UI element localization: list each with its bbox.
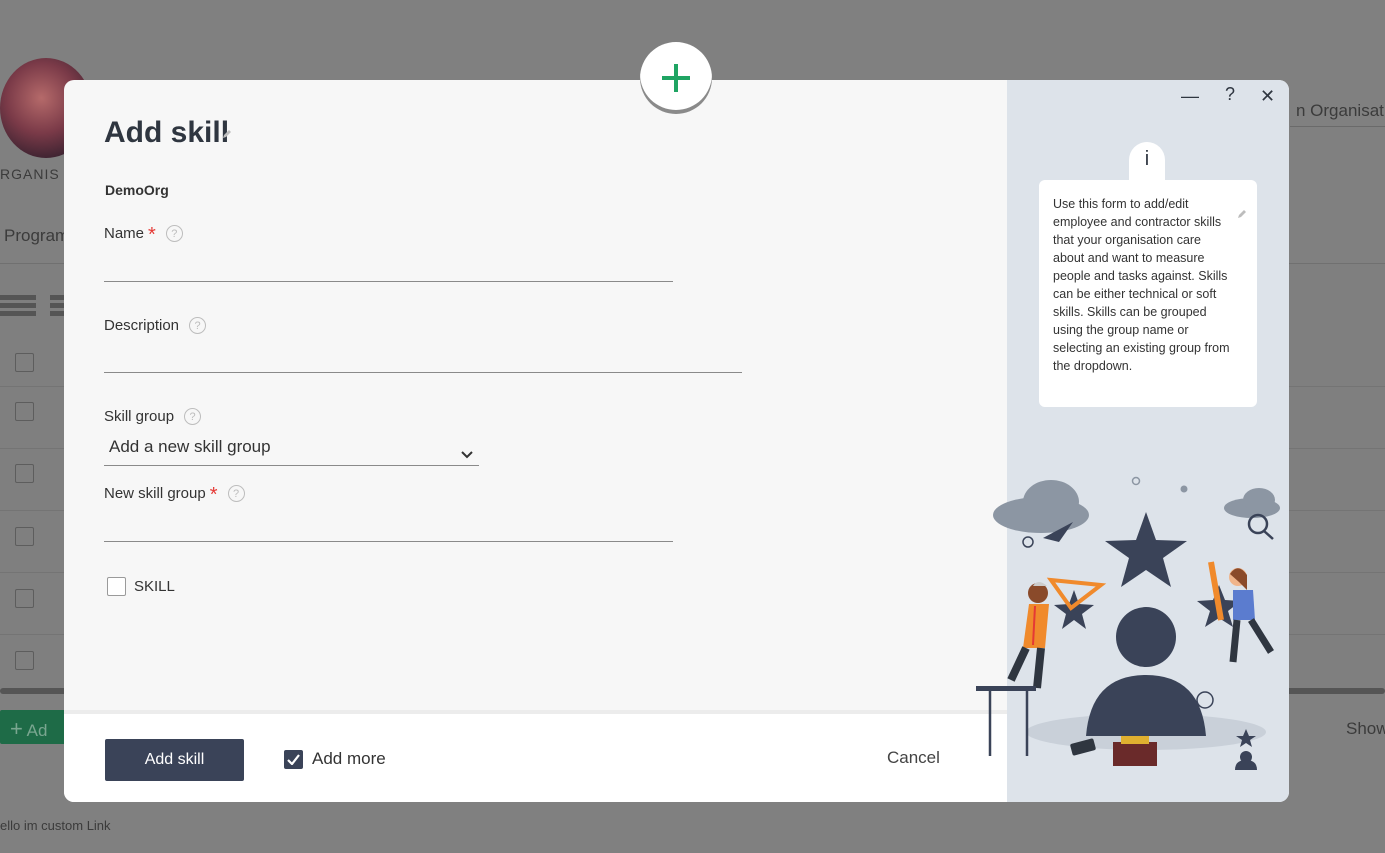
minimize-icon[interactable]: — [1181,86,1199,107]
help-icon[interactable]: ? [165,225,183,242]
row-checkbox[interactable] [15,402,34,421]
skill-group-select[interactable]: Add a new skill group [104,434,479,466]
close-icon[interactable]: ✕ [1260,86,1275,107]
organisation-field[interactable]: n Organisatio [1296,101,1385,121]
page-title: Add skill [104,116,230,149]
add-skill-modal: Add skill DemoOrg Name * ? Description ? … [64,80,1289,802]
list-view-icon[interactable] [0,295,36,322]
organisation-field-underline [1290,126,1385,127]
row-checkbox[interactable] [15,527,34,546]
add-button[interactable]: + Ad [0,710,70,744]
description-label: Description ? [104,317,207,334]
chevron-down-icon [461,444,473,464]
skill-group-label: Skill group ? [104,408,202,425]
name-label: Name * ? [104,223,183,246]
select-all-checkbox[interactable] [15,353,34,372]
nav-item-programs[interactable]: Program [4,226,69,246]
help-icon[interactable]: ? [189,317,207,334]
help-icon[interactable]: ? [227,485,245,502]
custom-link[interactable]: ello im custom Link [0,818,111,833]
organisation-name: RGANIS [0,166,60,182]
add-more-checkbox[interactable] [284,750,303,769]
skills-illustration [976,476,1280,770]
info-card: Use this form to add/edit employee and c… [1039,180,1257,407]
skill-form: Add skill DemoOrg Name * ? Description ? … [64,80,1007,710]
row-checkbox[interactable] [15,589,34,608]
edit-pencil-icon[interactable] [222,126,232,144]
plus-icon [662,64,690,92]
row-checkbox[interactable] [15,464,34,483]
new-skill-group-label: New skill group * ? [104,483,245,506]
cancel-button[interactable]: Cancel [887,748,940,768]
skill-checkbox-label: SKILL [134,578,175,595]
help-icon[interactable]: ? [184,408,202,425]
help-icon[interactable]: ? [1225,84,1235,105]
show-label: Show [1346,719,1385,738]
add-skill-button[interactable]: Add skill [105,739,244,781]
add-more-label: Add more [312,749,386,768]
edit-pencil-icon[interactable] [1237,206,1247,224]
required-asterisk: * [209,483,218,506]
required-asterisk: * [148,223,156,246]
skill-checkbox[interactable] [107,577,126,596]
info-side-panel: — ? ✕ i Use this form to add/edit employ… [976,80,1289,802]
description-input[interactable] [104,372,742,373]
add-fab-button[interactable] [650,52,702,104]
modal-footer: Add skill Add more Cancel [64,710,1007,802]
organisation-name: DemoOrg [105,182,169,198]
name-input[interactable] [104,281,673,282]
new-skill-group-input[interactable] [104,541,673,542]
info-text: Use this form to add/edit employee and c… [1053,197,1230,373]
info-icon: i [1129,142,1165,182]
check-icon [287,754,300,765]
row-checkbox[interactable] [15,651,34,670]
